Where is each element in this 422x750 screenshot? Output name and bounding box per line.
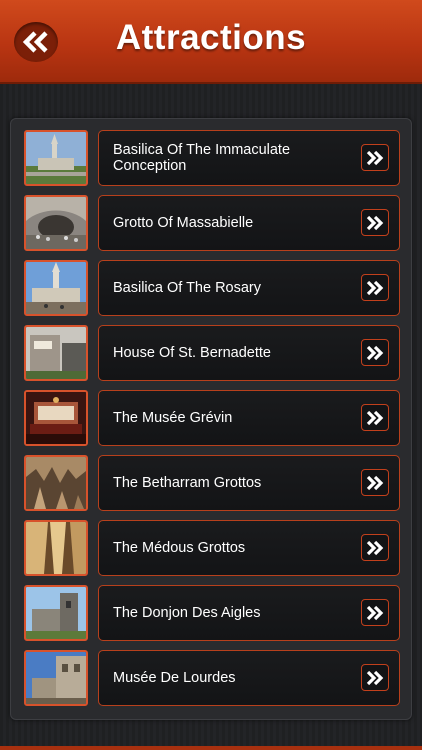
double-chevron-right-icon bbox=[366, 475, 384, 490]
attraction-thumbnail bbox=[24, 390, 88, 446]
attraction-thumbnail bbox=[24, 195, 88, 251]
open-button[interactable] bbox=[361, 209, 389, 236]
double-chevron-right-icon bbox=[366, 280, 384, 295]
page-title: Attractions bbox=[115, 18, 307, 57]
open-button[interactable] bbox=[361, 274, 389, 301]
attraction-card[interactable]: Grotto Of Massabielle bbox=[98, 195, 400, 251]
open-button[interactable] bbox=[361, 404, 389, 431]
header-bar: Attractions bbox=[0, 0, 422, 84]
attraction-thumbnail bbox=[24, 585, 88, 641]
list-item[interactable]: House Of St. Bernadette bbox=[24, 325, 400, 381]
attraction-thumbnail bbox=[24, 260, 88, 316]
open-button[interactable] bbox=[361, 534, 389, 561]
attraction-name: The Donjon Des Aigles bbox=[113, 605, 261, 621]
list-item[interactable]: Grotto Of Massabielle bbox=[24, 195, 400, 251]
attraction-name: Basilica Of The Rosary bbox=[113, 280, 262, 296]
list-item[interactable]: The Donjon Des Aigles bbox=[24, 585, 400, 641]
double-chevron-right-icon bbox=[366, 605, 384, 620]
attraction-card[interactable]: Basilica Of The Rosary bbox=[98, 260, 400, 316]
open-button[interactable] bbox=[361, 144, 389, 171]
bottom-bar bbox=[0, 746, 422, 750]
list-item[interactable]: Basilica Of The Rosary bbox=[24, 260, 400, 316]
double-chevron-right-icon bbox=[366, 410, 384, 425]
attraction-card[interactable]: The Donjon Des Aigles bbox=[98, 585, 400, 641]
attraction-thumbnail bbox=[24, 455, 88, 511]
attraction-thumbnail bbox=[24, 130, 88, 186]
attraction-name: Basilica Of The Immaculate Conception bbox=[113, 142, 291, 174]
attraction-card[interactable]: House Of St. Bernadette bbox=[98, 325, 400, 381]
attraction-name: The Betharram Grottos bbox=[113, 475, 262, 491]
attraction-card[interactable]: The Musée Grévin bbox=[98, 390, 400, 446]
double-chevron-right-icon bbox=[366, 670, 384, 685]
attraction-thumbnail bbox=[24, 325, 88, 381]
attraction-name: Musée De Lourdes bbox=[113, 670, 236, 686]
attraction-thumbnail bbox=[24, 520, 88, 576]
list-item[interactable]: The Médous Grottos bbox=[24, 520, 400, 576]
open-button[interactable] bbox=[361, 664, 389, 691]
attraction-name: Grotto Of Massabielle bbox=[113, 215, 254, 231]
attraction-name: House Of St. Bernadette bbox=[113, 345, 271, 361]
double-chevron-right-icon bbox=[366, 540, 384, 555]
attractions-list: Basilica Of The Immaculate Conception Gr… bbox=[10, 118, 412, 720]
attraction-name: The Médous Grottos bbox=[113, 540, 246, 556]
list-item[interactable]: Basilica Of The Immaculate Conception bbox=[24, 130, 400, 186]
attraction-card[interactable]: Basilica Of The Immaculate Conception bbox=[98, 130, 400, 186]
attraction-card[interactable]: Musée De Lourdes bbox=[98, 650, 400, 706]
open-button[interactable] bbox=[361, 599, 389, 626]
list-item[interactable]: Musée De Lourdes bbox=[24, 650, 400, 706]
list-item[interactable]: The Betharram Grottos bbox=[24, 455, 400, 511]
attraction-name: The Musée Grévin bbox=[113, 410, 233, 426]
attraction-card[interactable]: The Betharram Grottos bbox=[98, 455, 400, 511]
open-button[interactable] bbox=[361, 469, 389, 496]
double-chevron-right-icon bbox=[366, 345, 384, 360]
list-item[interactable]: The Musée Grévin bbox=[24, 390, 400, 446]
attraction-card[interactable]: The Médous Grottos bbox=[98, 520, 400, 576]
attraction-thumbnail bbox=[24, 650, 88, 706]
double-chevron-right-icon bbox=[366, 215, 384, 230]
open-button[interactable] bbox=[361, 339, 389, 366]
double-chevron-right-icon bbox=[366, 150, 384, 165]
